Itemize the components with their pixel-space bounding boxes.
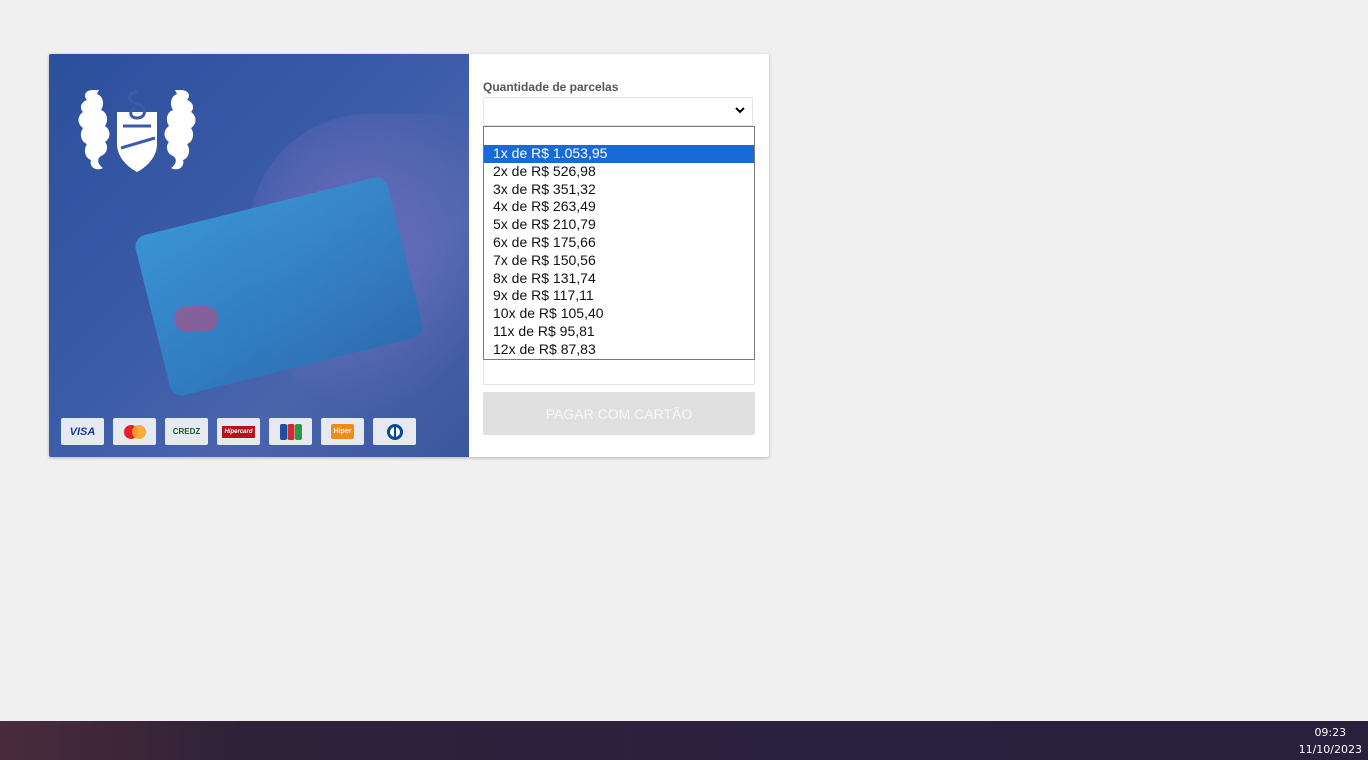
clock-time: 09:23 [1314,726,1347,739]
taskbar-clock[interactable]: 09:23 11/10/2023 [1299,724,1362,758]
installments-dropdown-list[interactable]: 1x de R$ 1.053,95 2x de R$ 526,98 3x de … [483,126,755,360]
installment-option-8x[interactable]: 8x de R$ 131,74 [484,270,754,288]
installment-option-2x[interactable]: 2x de R$ 526,98 [484,163,754,181]
seahorse-crest-logo [78,90,196,172]
installment-option-11x[interactable]: 11x de R$ 95,81 [484,323,754,341]
installment-option-12x[interactable]: 12x de R$ 87,83 [484,341,754,359]
installment-option-3x[interactable]: 3x de R$ 351,32 [484,181,754,199]
visa-logo-icon: VISA [61,418,104,445]
installment-option-5x[interactable]: 5x de R$ 210,79 [484,216,754,234]
hero-image-panel: VISA CREDZ Hipercard Hiper [49,54,469,457]
installment-option-1x[interactable]: 1x de R$ 1.053,95 [484,145,754,163]
hipercard-logo-icon: Hipercard [217,418,260,445]
chevron-down-icon [735,107,745,114]
pay-with-card-button[interactable]: PAGAR COM CARTÃO [483,392,755,435]
installment-option-4x[interactable]: 4x de R$ 263,49 [484,198,754,216]
diners-logo-icon [373,418,416,445]
jcb-logo-icon [269,418,312,445]
card-brands-row: VISA CREDZ Hipercard Hiper [61,418,416,445]
card-chip-photo [174,306,218,332]
installment-option-6x[interactable]: 6x de R$ 175,66 [484,234,754,252]
mastercard-logo-icon [113,418,156,445]
installments-select[interactable] [483,97,753,126]
clock-date: 11/10/2023 [1298,743,1362,756]
hiper-logo-icon: Hiper [321,418,364,445]
taskbar: 09:23 11/10/2023 [0,721,1368,760]
installment-option-9x[interactable]: 9x de R$ 117,11 [484,287,754,305]
installments-label: Quantidade de parcelas [483,80,619,94]
credz-logo-icon: CREDZ [165,418,208,445]
card-field-partial[interactable] [483,360,755,385]
installment-option-10x[interactable]: 10x de R$ 105,40 [484,305,754,323]
dropdown-blank-option[interactable] [484,127,754,145]
installment-option-7x[interactable]: 7x de R$ 150,56 [484,252,754,270]
